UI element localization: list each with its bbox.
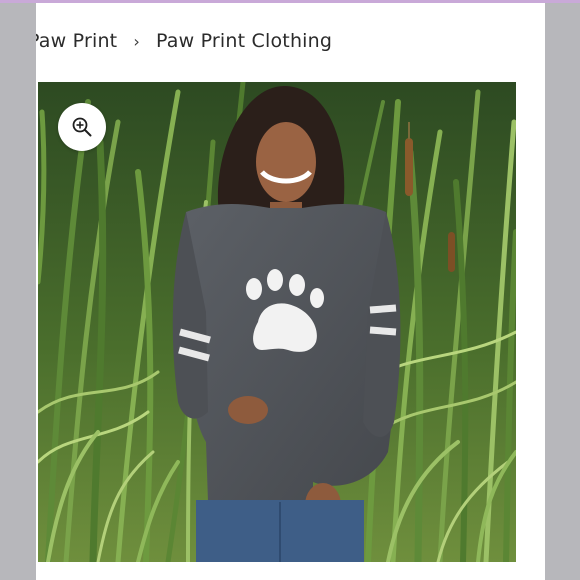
breadcrumb-link-paw-print[interactable]: Paw Print <box>36 30 117 52</box>
zoom-in-button[interactable] <box>58 103 106 151</box>
product-page-panel: Paw Print › Paw Print Clothing <box>36 3 545 580</box>
product-photo <box>38 82 516 562</box>
zoom-in-icon <box>72 117 92 137</box>
breadcrumb: Paw Print › Paw Print Clothing <box>36 27 332 55</box>
breadcrumb-link-paw-print-clothing[interactable]: Paw Print Clothing <box>156 30 332 52</box>
product-image[interactable] <box>38 82 516 562</box>
breadcrumb-separator: › <box>133 31 140 51</box>
